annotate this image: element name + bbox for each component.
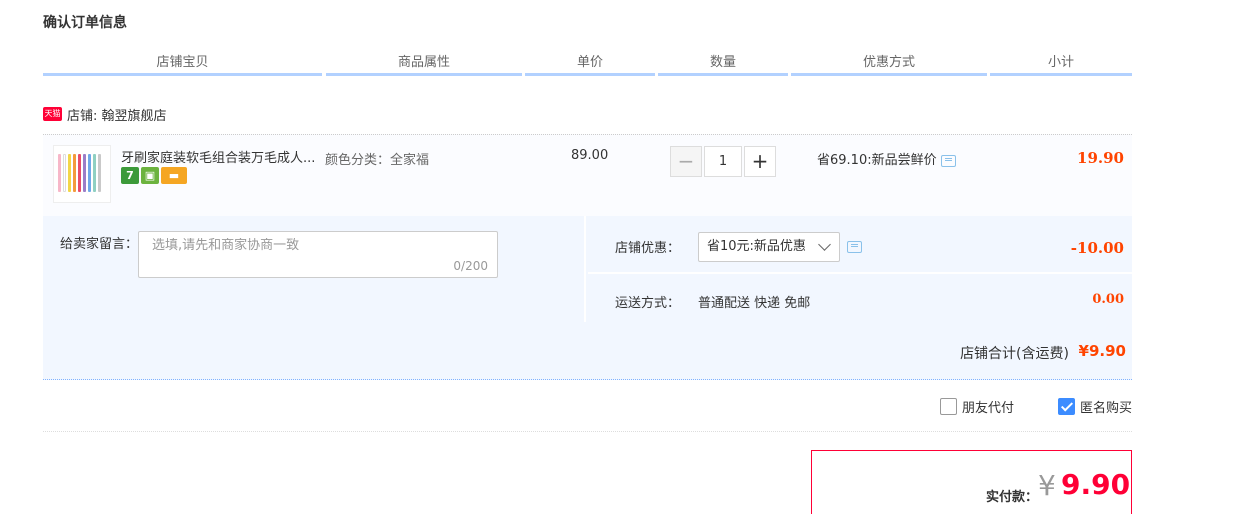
order-extra-panel: 给卖家留言： 0/200 店铺优惠： 省10元:新品优惠 -10.00 运送方式… <box>43 216 1132 380</box>
memo-label: 给卖家留言： <box>60 237 139 252</box>
shop-name[interactable]: 店铺: 翰翌旗舰店 <box>67 105 167 124</box>
toothbrush-yellow <box>68 154 71 192</box>
memo-section: 给卖家留言： 0/200 <box>43 216 586 322</box>
col-header-subtotal: 小计 <box>990 54 1132 76</box>
order-options: 朋友代付 匿名购买 <box>43 394 1132 432</box>
quantity-input[interactable]: 1 <box>704 146 742 177</box>
toothbrush-purple <box>83 154 86 192</box>
increase-button[interactable]: + <box>744 146 776 177</box>
shop-header: 天猫 店铺: 翰翌旗舰店 <box>43 104 167 124</box>
anonymous-checkbox[interactable] <box>1058 398 1075 415</box>
toothbrush-pink <box>58 154 61 192</box>
promo-method: 省69.10:新品尝鲜价 <box>817 149 956 168</box>
item-subtotal: 19.90 <box>1077 149 1124 167</box>
coupon-selected: 省10元:新品优惠 <box>707 239 806 254</box>
shipping-row: 运送方式： 普通配送 快递 免邮 0.00 <box>588 276 1132 322</box>
shop-coupon-row: 店铺优惠： 省10元:新品优惠 -10.00 <box>588 216 1132 274</box>
chat-icon[interactable] <box>940 155 956 167</box>
order-item-row: 牙刷家庭装软毛组合装万毛成人... 7 ▣ ▬ 颜色分类：全家福 89.00 −… <box>43 134 1132 216</box>
chevron-down-icon <box>818 238 831 251</box>
toothbrush-gray <box>98 154 101 192</box>
shop-total-label: 店铺合计(含运费) <box>960 346 1069 362</box>
payment-summary: 实付款： ¥ 9.90 <box>811 450 1132 514</box>
toothbrush-teal <box>93 154 96 192</box>
anonymous-option[interactable]: 匿名购买 <box>1058 397 1132 416</box>
toothbrush-white <box>63 154 66 192</box>
friend-pay-label: 朋友代付 <box>962 401 1015 416</box>
toothbrush-blue <box>88 154 91 192</box>
product-title[interactable]: 牙刷家庭装软毛组合装万毛成人... <box>121 147 319 166</box>
tmall-icon: 天猫 <box>43 107 62 121</box>
coupon-chat-icon[interactable] <box>847 241 862 253</box>
anonymous-label: 匿名购买 <box>1080 401 1133 416</box>
product-thumbnail[interactable] <box>53 145 111 203</box>
friend-pay-option[interactable]: 朋友代付 <box>940 397 1014 416</box>
shop-icon[interactable]: ▣ <box>141 167 159 184</box>
payment-label: 实付款： <box>986 490 1039 505</box>
memo-box: 0/200 <box>138 231 498 278</box>
shop-total-value: ¥9.90 <box>1078 342 1126 360</box>
quantity-stepper: − 1 + <box>670 146 776 177</box>
delivery-section: 店铺优惠： 省10元:新品优惠 -10.00 运送方式： 普通配送 快递 免邮 … <box>588 216 1132 322</box>
col-header-qty: 数量 <box>658 54 788 76</box>
toothbrush-orange <box>73 154 76 192</box>
col-header-promo: 优惠方式 <box>791 54 987 76</box>
service-icons: 7 ▣ ▬ <box>121 167 187 184</box>
col-header-attr: 商品属性 <box>326 54 522 76</box>
shop-total-row: 店铺合计(含运费) ¥9.90 <box>43 324 1132 380</box>
shipping-amount: 0.00 <box>1092 292 1124 307</box>
coupon-select[interactable]: 省10元:新品优惠 <box>698 232 840 262</box>
table-header: 店铺宝贝 商品属性 单价 数量 优惠方式 小计 <box>43 54 1132 76</box>
shipping-value: 普通配送 快递 免邮 <box>698 296 811 311</box>
decrease-button[interactable]: − <box>670 146 702 177</box>
toothbrush-red <box>78 154 81 192</box>
payment-currency: ¥ <box>1038 469 1056 502</box>
unit-price: 89.00 <box>571 148 609 163</box>
product-attribute: 颜色分类：全家福 <box>325 153 430 168</box>
memo-input[interactable] <box>152 238 482 253</box>
friend-pay-checkbox[interactable] <box>940 398 957 415</box>
payment-amount: 9.90 <box>1061 468 1131 501</box>
col-header-price: 单价 <box>525 54 655 76</box>
shipping-label: 运送方式： <box>615 296 681 311</box>
seven-day-return-icon[interactable]: 7 <box>121 167 139 184</box>
coupon-amount: -10.00 <box>1070 239 1124 257</box>
page-title: 确认订单信息 <box>43 15 127 31</box>
promo-text: 省69.10:新品尝鲜价 <box>817 153 937 168</box>
memo-char-count: 0/200 <box>453 259 488 273</box>
col-header-item: 店铺宝贝 <box>43 54 322 76</box>
card-icon[interactable]: ▬ <box>161 167 187 184</box>
coupon-label: 店铺优惠： <box>615 241 681 256</box>
